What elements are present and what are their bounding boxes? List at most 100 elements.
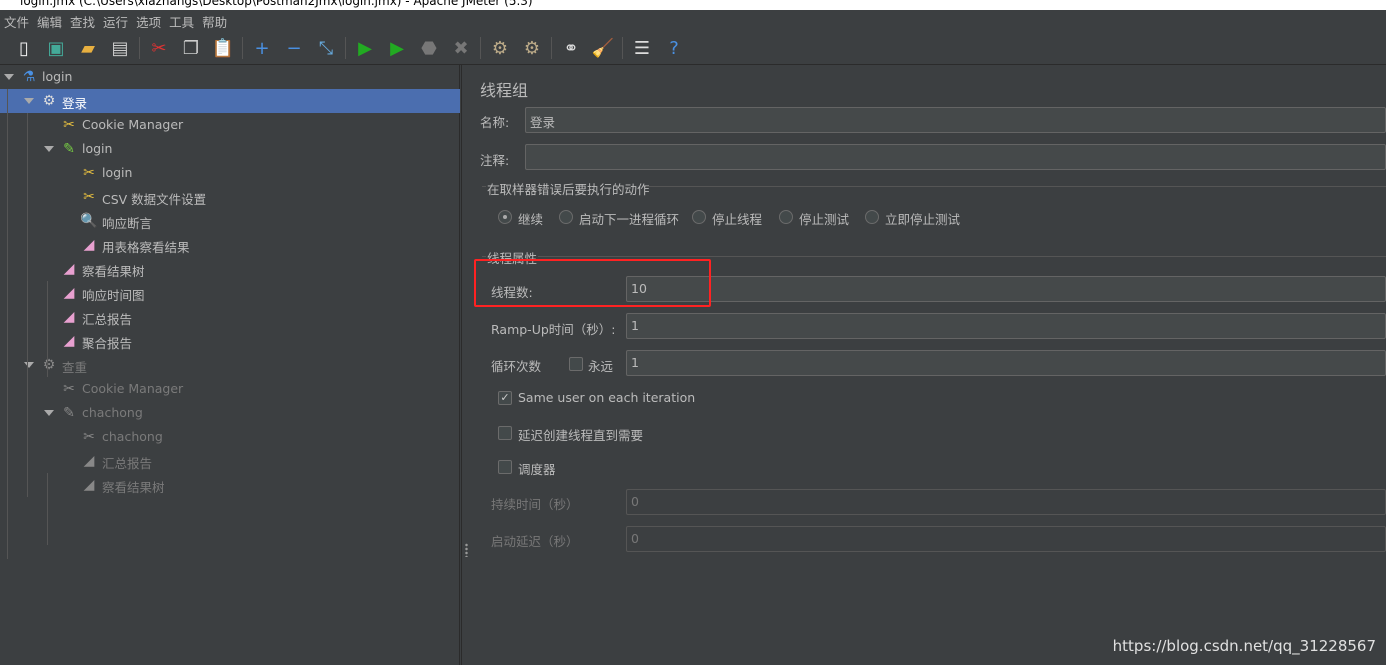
clear-all-button[interactable]: ⚙ xyxy=(516,34,548,62)
name-input[interactable]: 登录 xyxy=(525,107,1386,133)
expand-toggle-icon[interactable] xyxy=(24,98,34,104)
tree-item[interactable]: ✂ login xyxy=(0,161,460,185)
config-icon: ✂ xyxy=(63,117,75,133)
tree-item-label: 汇总报告 xyxy=(102,456,153,471)
tree-item[interactable]: ◢ 用表格察看结果 xyxy=(0,233,460,257)
forever-checkbox[interactable] xyxy=(569,357,583,371)
start-button[interactable]: ▶ xyxy=(349,34,381,62)
toolbar: ▯ ▣ ▰ ▤ ✂ ❐ 📋 + − ⤡ ▶ ▶ ⬣ ✖ ⚙ ⚙ ⚭ 🧹 ☰? xyxy=(0,32,1386,65)
menu-item[interactable]: 帮助 xyxy=(202,12,227,31)
start-no-pauses-button[interactable]: ▶ xyxy=(381,34,413,62)
collapse-button[interactable]: − xyxy=(278,34,310,62)
comment-label: 注释: xyxy=(480,153,510,168)
templates-icon: ▣ xyxy=(47,37,65,59)
tree-item[interactable]: ◢ 汇总报告 xyxy=(0,305,460,329)
tree-item[interactable]: ◢ 察看结果树 xyxy=(0,473,460,497)
clear-all-icon: ⚙ xyxy=(523,37,541,59)
start-icon: ▶ xyxy=(358,37,372,59)
tree-item[interactable]: 🔍 响应断言 xyxy=(0,209,460,233)
tree-item[interactable]: ✂ Cookie Manager xyxy=(0,113,460,137)
tree-item-label: CSV 数据文件设置 xyxy=(102,192,207,207)
save-button[interactable]: ▤ xyxy=(104,34,136,62)
splitter-handle[interactable] xyxy=(461,65,470,665)
expand-toggle-icon[interactable] xyxy=(44,410,54,416)
tree-item[interactable]: ✂ chachong xyxy=(0,425,460,449)
new-button[interactable]: ▯ xyxy=(8,34,40,62)
open-button[interactable]: ▰ xyxy=(72,34,104,62)
stop-icon: ⬣ xyxy=(421,37,437,59)
open-icon: ▰ xyxy=(81,37,95,59)
menu-item[interactable]: 工具 xyxy=(169,12,194,31)
expand-button[interactable]: + xyxy=(246,34,278,62)
stop-button[interactable]: ⬣ xyxy=(413,34,445,62)
error-action-title: 在取样器错误后要执行的动作 xyxy=(487,182,650,197)
tree-item[interactable]: ✎ chachong xyxy=(0,401,460,425)
tree-item-label: 响应断言 xyxy=(102,216,153,231)
clear-button[interactable]: ⚙ xyxy=(484,34,516,62)
cut-button[interactable]: ✂ xyxy=(143,34,175,62)
help-icon: ? xyxy=(669,37,679,59)
shutdown-button[interactable]: ✖ xyxy=(445,34,477,62)
rampup-input[interactable]: 1 xyxy=(626,313,1386,339)
toggle-button[interactable]: ⤡ xyxy=(310,34,342,62)
error-action-radio[interactable] xyxy=(865,210,879,224)
menu-item[interactable]: 文件 xyxy=(4,12,29,31)
listener-icon: ◢ xyxy=(63,333,75,349)
tree-item-label: 查重 xyxy=(62,360,88,375)
loop-input[interactable]: 1 xyxy=(626,350,1386,376)
collapse-icon: − xyxy=(286,37,302,59)
expand-toggle-icon[interactable] xyxy=(4,74,14,80)
tree-item[interactable]: ◢ 聚合报告 xyxy=(0,329,460,353)
delay-thread-checkbox[interactable] xyxy=(498,426,512,440)
scheduler-checkbox[interactable] xyxy=(498,460,512,474)
tree-item-label: Cookie Manager xyxy=(82,117,184,132)
reset-search-button[interactable]: 🧹 xyxy=(587,34,619,62)
tree-guide-line xyxy=(27,113,28,353)
clear-icon: ⚙ xyxy=(491,37,509,59)
new-icon: ▯ xyxy=(19,37,29,59)
error-action-radio[interactable] xyxy=(559,210,573,224)
menu-item[interactable]: 查找 xyxy=(70,12,95,31)
threads-input[interactable]: 10 xyxy=(626,276,1386,302)
menu-item[interactable]: 运行 xyxy=(103,12,128,31)
tree-item[interactable]: ✎ login xyxy=(0,137,460,161)
tree-item[interactable]: ◢ 响应时间图 xyxy=(0,281,460,305)
thread-group-icon: ⚙ xyxy=(42,93,56,109)
help-button[interactable]: ? xyxy=(658,34,690,62)
same-user-checkbox[interactable]: ✓ xyxy=(498,391,512,405)
menu-item[interactable]: 选项 xyxy=(136,12,161,31)
copy-button[interactable]: ❐ xyxy=(175,34,207,62)
duration-input[interactable]: 0 xyxy=(626,489,1386,515)
tree-item[interactable]: ⚙ 查重 xyxy=(0,353,460,377)
tree-item-label: 响应时间图 xyxy=(82,288,145,303)
templates-button[interactable]: ▣ xyxy=(40,34,72,62)
menu-item[interactable]: 编辑 xyxy=(37,12,62,31)
error-action-radio[interactable] xyxy=(692,210,706,224)
duration-label: 持续时间（秒） xyxy=(491,497,579,512)
listener-icon: ◢ xyxy=(83,237,95,253)
tree-item[interactable]: ✂ CSV 数据文件设置 xyxy=(0,185,460,209)
start-no-pauses-icon: ▶ xyxy=(390,37,404,59)
listener-icon: ◢ xyxy=(63,261,75,277)
tree-item[interactable]: ◢ 汇总报告 xyxy=(0,449,460,473)
tree-item[interactable]: ◢ 察看结果树 xyxy=(0,257,460,281)
listener-icon: ◢ xyxy=(83,477,95,493)
divider xyxy=(646,186,1386,187)
tree-item[interactable]: ⚙ 登录 xyxy=(0,89,460,113)
test-plan-tree: ⚗ login ⚙ 登录 ✂ Cookie Manager ✎ login ✂ login ✂ CSV… xyxy=(0,65,460,665)
paste-button[interactable]: 📋 xyxy=(207,34,239,62)
error-action-radio[interactable] xyxy=(498,210,512,224)
error-action-radio[interactable] xyxy=(779,210,793,224)
tree-item[interactable]: ✂ Cookie Manager xyxy=(0,377,460,401)
name-label: 名称: xyxy=(480,115,510,130)
expand-toggle-icon[interactable] xyxy=(44,146,54,152)
search-button[interactable]: ⚭ xyxy=(555,34,587,62)
startup-delay-input[interactable]: 0 xyxy=(626,526,1386,552)
toggle-icon: ⤡ xyxy=(318,37,334,59)
function-helper-button[interactable]: ☰ xyxy=(626,34,658,62)
comment-input[interactable] xyxy=(525,144,1386,170)
tree-item[interactable]: ⚗ login xyxy=(0,65,460,89)
config-icon: ✂ xyxy=(83,189,95,205)
divider xyxy=(538,256,1386,257)
expand-toggle-icon[interactable] xyxy=(24,362,34,368)
